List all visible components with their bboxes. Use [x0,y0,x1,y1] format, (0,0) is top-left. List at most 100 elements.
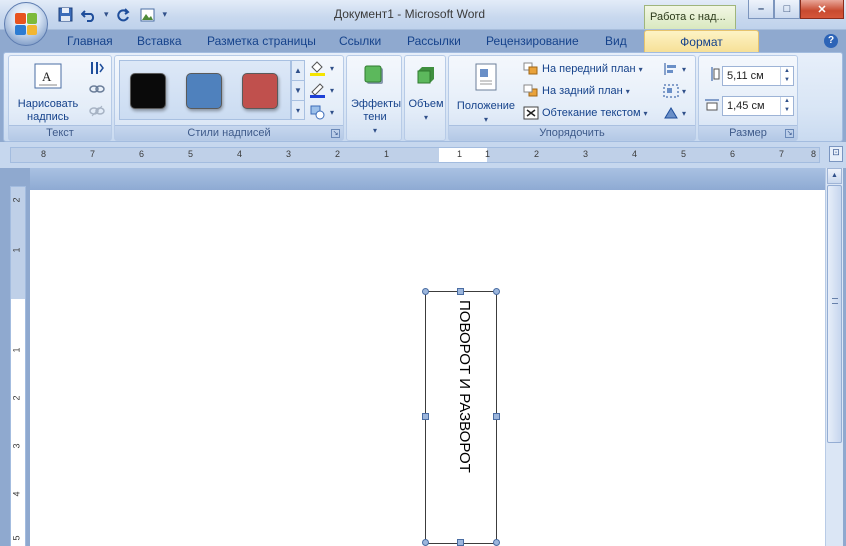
tab-review[interactable]: Рецензирование [486,34,579,48]
ruler-label: 3 [583,149,589,159]
vertical-ruler-text-region [11,299,25,546]
resize-handle-bottom-left[interactable] [422,539,429,546]
bring-front-dropdown-icon: ▾ [638,64,643,74]
resize-handle-top-left[interactable] [422,288,429,295]
style-swatch-black[interactable] [130,73,166,109]
ruler-area: 8 7 6 5 4 3 2 1 1 1 2 3 4 5 6 7 8 ⊡ [0,142,846,168]
send-to-back-button[interactable]: На задний план ▾ [523,84,630,98]
tab-page-layout[interactable]: Разметка страницы [207,34,316,48]
vertical-scrollbar[interactable]: ▲ [825,168,843,546]
group-dropdown-icon: ▾ [682,86,687,96]
picture-icon[interactable] [139,6,157,23]
break-link-button[interactable] [89,104,105,118]
width-spinner[interactable]: ▲ ▼ [780,97,793,115]
textbox-text[interactable]: ПОВОРОТ И РАЗВОРОТ [456,300,473,540]
resize-handle-bottom-right[interactable] [493,539,500,546]
ruler-text-region [439,148,487,162]
save-icon[interactable] [56,6,74,23]
resize-handle-left[interactable] [422,413,429,420]
scroll-thumb[interactable] [827,185,842,443]
align-button[interactable]: ▾ [663,62,686,76]
style-swatch-red[interactable] [242,73,278,109]
gallery-scroll[interactable]: ▲ ▼ ▾ [291,60,305,120]
close-button[interactable]: ✕ [800,0,844,19]
redo-icon[interactable] [115,6,133,23]
arrange-group: Положение ▾ На передний план ▾ На задний… [448,55,696,141]
text-group-label: Текст [9,125,111,140]
shadow-effects-button[interactable]: Эффекты тени ▾ [351,62,401,137]
resize-handle-right[interactable] [493,413,500,420]
window-controls: – □ ✕ [748,0,844,19]
change-shape-icon [310,105,325,120]
volume-button[interactable]: Объем ▾ [407,62,445,124]
office-button[interactable] [4,2,48,46]
vertical-ruler[interactable]: 2 1 1 2 3 4 5 [10,186,26,546]
change-shape-button[interactable]: ▾ [309,104,334,120]
office-logo-icon [15,13,37,35]
ribbon: A Нарисовать надпись Текст ▲ ▼ ▾ ▾ ▾ ▾ С… [3,52,843,142]
wrap-text-button[interactable]: Обтекание текстом ▾ [523,106,648,120]
customize-qat-icon[interactable]: ▾ [163,9,168,20]
shadow-effects-group: Эффекты тени ▾ [346,55,402,141]
rotated-textbox[interactable]: ПОВОРОТ И РАЗВОРОТ [425,291,497,544]
bring-to-front-icon [523,62,538,75]
scroll-grip-icon [832,298,838,304]
resize-handle-bottom[interactable] [457,539,464,546]
ruler-label: 3 [286,149,292,159]
resize-handle-top-right[interactable] [493,288,500,295]
wrap-text-label: Обтекание текстом [542,107,641,119]
text-direction-button[interactable] [89,60,105,76]
undo-dropdown-icon[interactable]: ▾ [104,9,109,20]
shape-fill-button[interactable]: ▾ [309,60,334,76]
view-ruler-icon[interactable]: ⊡ [829,146,843,162]
tab-references[interactable]: Ссылки [339,34,381,48]
minimize-button[interactable]: – [748,0,774,19]
undo-icon[interactable] [80,6,98,23]
vertical-ruler-label: 4 [11,491,22,497]
height-spinner[interactable]: ▲ ▼ [780,67,793,85]
gallery-more-icon[interactable]: ▾ [292,101,304,121]
tab-format[interactable]: Формат [644,30,759,53]
maximize-button[interactable]: □ [774,0,800,19]
send-to-back-icon [523,84,538,97]
ruler-label: 7 [90,149,96,159]
tab-view[interactable]: Вид [605,34,627,48]
create-link-button[interactable] [89,83,105,95]
help-icon[interactable]: ? [824,34,838,48]
context-tab-title: Работа с над... [644,5,736,29]
bring-to-front-button[interactable]: На передний план ▾ [523,62,643,76]
rotate-icon [664,107,678,119]
send-back-dropdown-icon: ▾ [625,86,630,96]
outline-dropdown-icon: ▾ [330,85,335,95]
volume-label: Объем [408,98,444,110]
vertical-ruler-label: 1 [11,347,22,353]
shape-outline-button[interactable]: ▾ [309,82,334,98]
gallery-down-icon[interactable]: ▼ [292,81,304,101]
group-objects-button[interactable]: ▾ [663,84,686,98]
ruler-label: 8 [41,149,47,159]
rotate-button[interactable]: ▾ [663,106,686,120]
styles-launcher-icon[interactable]: ↘ [331,129,340,138]
group-objects-icon [663,84,679,98]
width-field[interactable]: 1,45 см ▲ ▼ [722,96,794,116]
tab-home[interactable]: Главная [67,34,113,48]
scroll-up-icon[interactable]: ▲ [827,168,842,184]
size-launcher-icon[interactable]: ↘ [785,129,794,138]
vertical-ruler-label: 2 [11,395,22,401]
tab-insert[interactable]: Вставка [137,34,182,48]
ruler-label: 4 [237,149,243,159]
title-bar: ▾ ▾ Документ1 - Microsoft Word Работа с … [0,0,846,46]
style-swatch-blue[interactable] [186,73,222,109]
size-group-label: Размер [699,125,797,140]
vertical-ruler-label: 3 [11,443,22,449]
height-field[interactable]: 5,11 см ▲ ▼ [722,66,794,86]
draw-textbox-label: Нарисовать надпись [17,98,79,123]
volume-group: Объем ▾ [404,55,446,141]
resize-handle-top[interactable] [457,288,464,295]
horizontal-ruler[interactable]: 8 7 6 5 4 3 2 1 1 1 2 3 4 5 6 7 8 [10,147,820,163]
position-button[interactable]: Положение ▾ [453,62,519,126]
height-value: 5,11 см [727,70,764,82]
gallery-up-icon[interactable]: ▲ [292,61,304,81]
draw-textbox-button[interactable]: A Нарисовать надпись [13,62,83,124]
tab-mailings[interactable]: Рассылки [407,34,461,48]
